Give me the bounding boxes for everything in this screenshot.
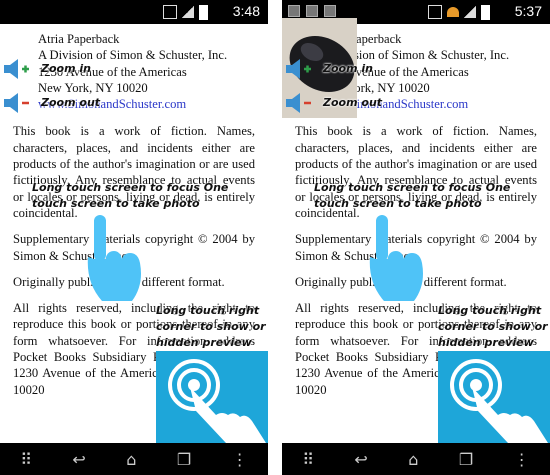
wifi-icon xyxy=(447,7,459,17)
grid-icon[interactable]: ⠿ xyxy=(20,450,32,469)
zoom-out-icon[interactable] xyxy=(284,90,312,116)
more-vert-icon[interactable]: ⋮ xyxy=(514,450,530,469)
status-bar: 3:48 xyxy=(0,0,268,24)
back-icon[interactable]: ↩ xyxy=(72,450,85,469)
preview-hint: Long touch right corner to show or hidde… xyxy=(156,303,266,351)
phone-screen-right: 5:37 Atria Paperback A Division of Simon… xyxy=(282,0,550,475)
battery-icon xyxy=(481,4,490,20)
battery-icon xyxy=(199,4,208,20)
preview-hint-line: hidden preview xyxy=(156,336,252,349)
preview-hint-line: corner to show or xyxy=(438,320,548,333)
recents-icon[interactable]: ❐ xyxy=(177,450,191,469)
touch-preview-tile[interactable] xyxy=(438,351,550,443)
recents-icon[interactable]: ❐ xyxy=(459,450,473,469)
image-notification-icon xyxy=(288,5,300,17)
publisher-line: Atria Paperback xyxy=(38,32,120,46)
nav-bar: ⠿ ↩ ⌂ ❐ ⋮ xyxy=(282,443,550,475)
focus-hint: Long touch screen to focus One touch scr… xyxy=(32,180,228,212)
music-notification-icon xyxy=(324,5,336,17)
nav-bar: ⠿ ↩ ⌂ ❐ ⋮ xyxy=(0,443,268,475)
zoom-out-icon[interactable] xyxy=(2,90,30,116)
status-icons xyxy=(428,4,490,20)
zoom-in-label: Zoom in xyxy=(323,62,373,75)
home-icon[interactable]: ⌂ xyxy=(126,450,136,469)
video-notification-icon xyxy=(306,5,318,17)
home-icon[interactable]: ⌂ xyxy=(408,450,418,469)
mute-icon xyxy=(163,5,177,19)
preview-hint-line: Long touch right xyxy=(156,304,260,317)
signal-icon xyxy=(464,6,476,18)
zoom-in-label: Zoom in xyxy=(41,62,91,75)
finger-tap-icon xyxy=(87,215,141,301)
touch-hand-icon xyxy=(168,359,266,443)
zoom-out-label: Zoom out xyxy=(41,96,101,109)
phone-screen-left: 3:48 Atria Paperback A Division of Simon… xyxy=(0,0,268,475)
status-time: 3:48 xyxy=(232,3,260,19)
focus-hint-line: touch screen to take photo xyxy=(314,197,482,210)
publisher-line: New York, NY 10020 xyxy=(38,80,148,95)
status-icons xyxy=(163,4,208,20)
focus-hint: Long touch screen to focus One touch scr… xyxy=(314,180,510,212)
mute-icon xyxy=(428,5,442,19)
grid-icon[interactable]: ⠿ xyxy=(302,450,314,469)
preview-hint-line: corner to show or xyxy=(156,320,266,333)
more-vert-icon[interactable]: ⋮ xyxy=(232,450,248,469)
signal-icon xyxy=(182,6,194,18)
touch-hand-icon xyxy=(450,359,548,443)
back-icon[interactable]: ↩ xyxy=(354,450,367,469)
focus-hint-line: Long touch screen to focus One xyxy=(32,181,229,194)
zoom-in-icon[interactable] xyxy=(2,56,30,82)
finger-tap-icon xyxy=(369,215,423,301)
focus-hint-line: touch screen to take photo xyxy=(32,197,200,210)
preview-hint-line: Long touch right xyxy=(438,304,542,317)
zoom-out-label: Zoom out xyxy=(323,96,383,109)
status-time: 5:37 xyxy=(514,3,542,19)
notification-icons xyxy=(288,5,336,17)
focus-hint-line: Long touch screen to focus One xyxy=(314,181,511,194)
touch-preview-tile[interactable] xyxy=(156,351,268,443)
zoom-in-icon[interactable] xyxy=(284,56,312,82)
preview-hint-line: hidden preview xyxy=(438,336,534,349)
preview-hint: Long touch right corner to show or hidde… xyxy=(438,303,548,351)
